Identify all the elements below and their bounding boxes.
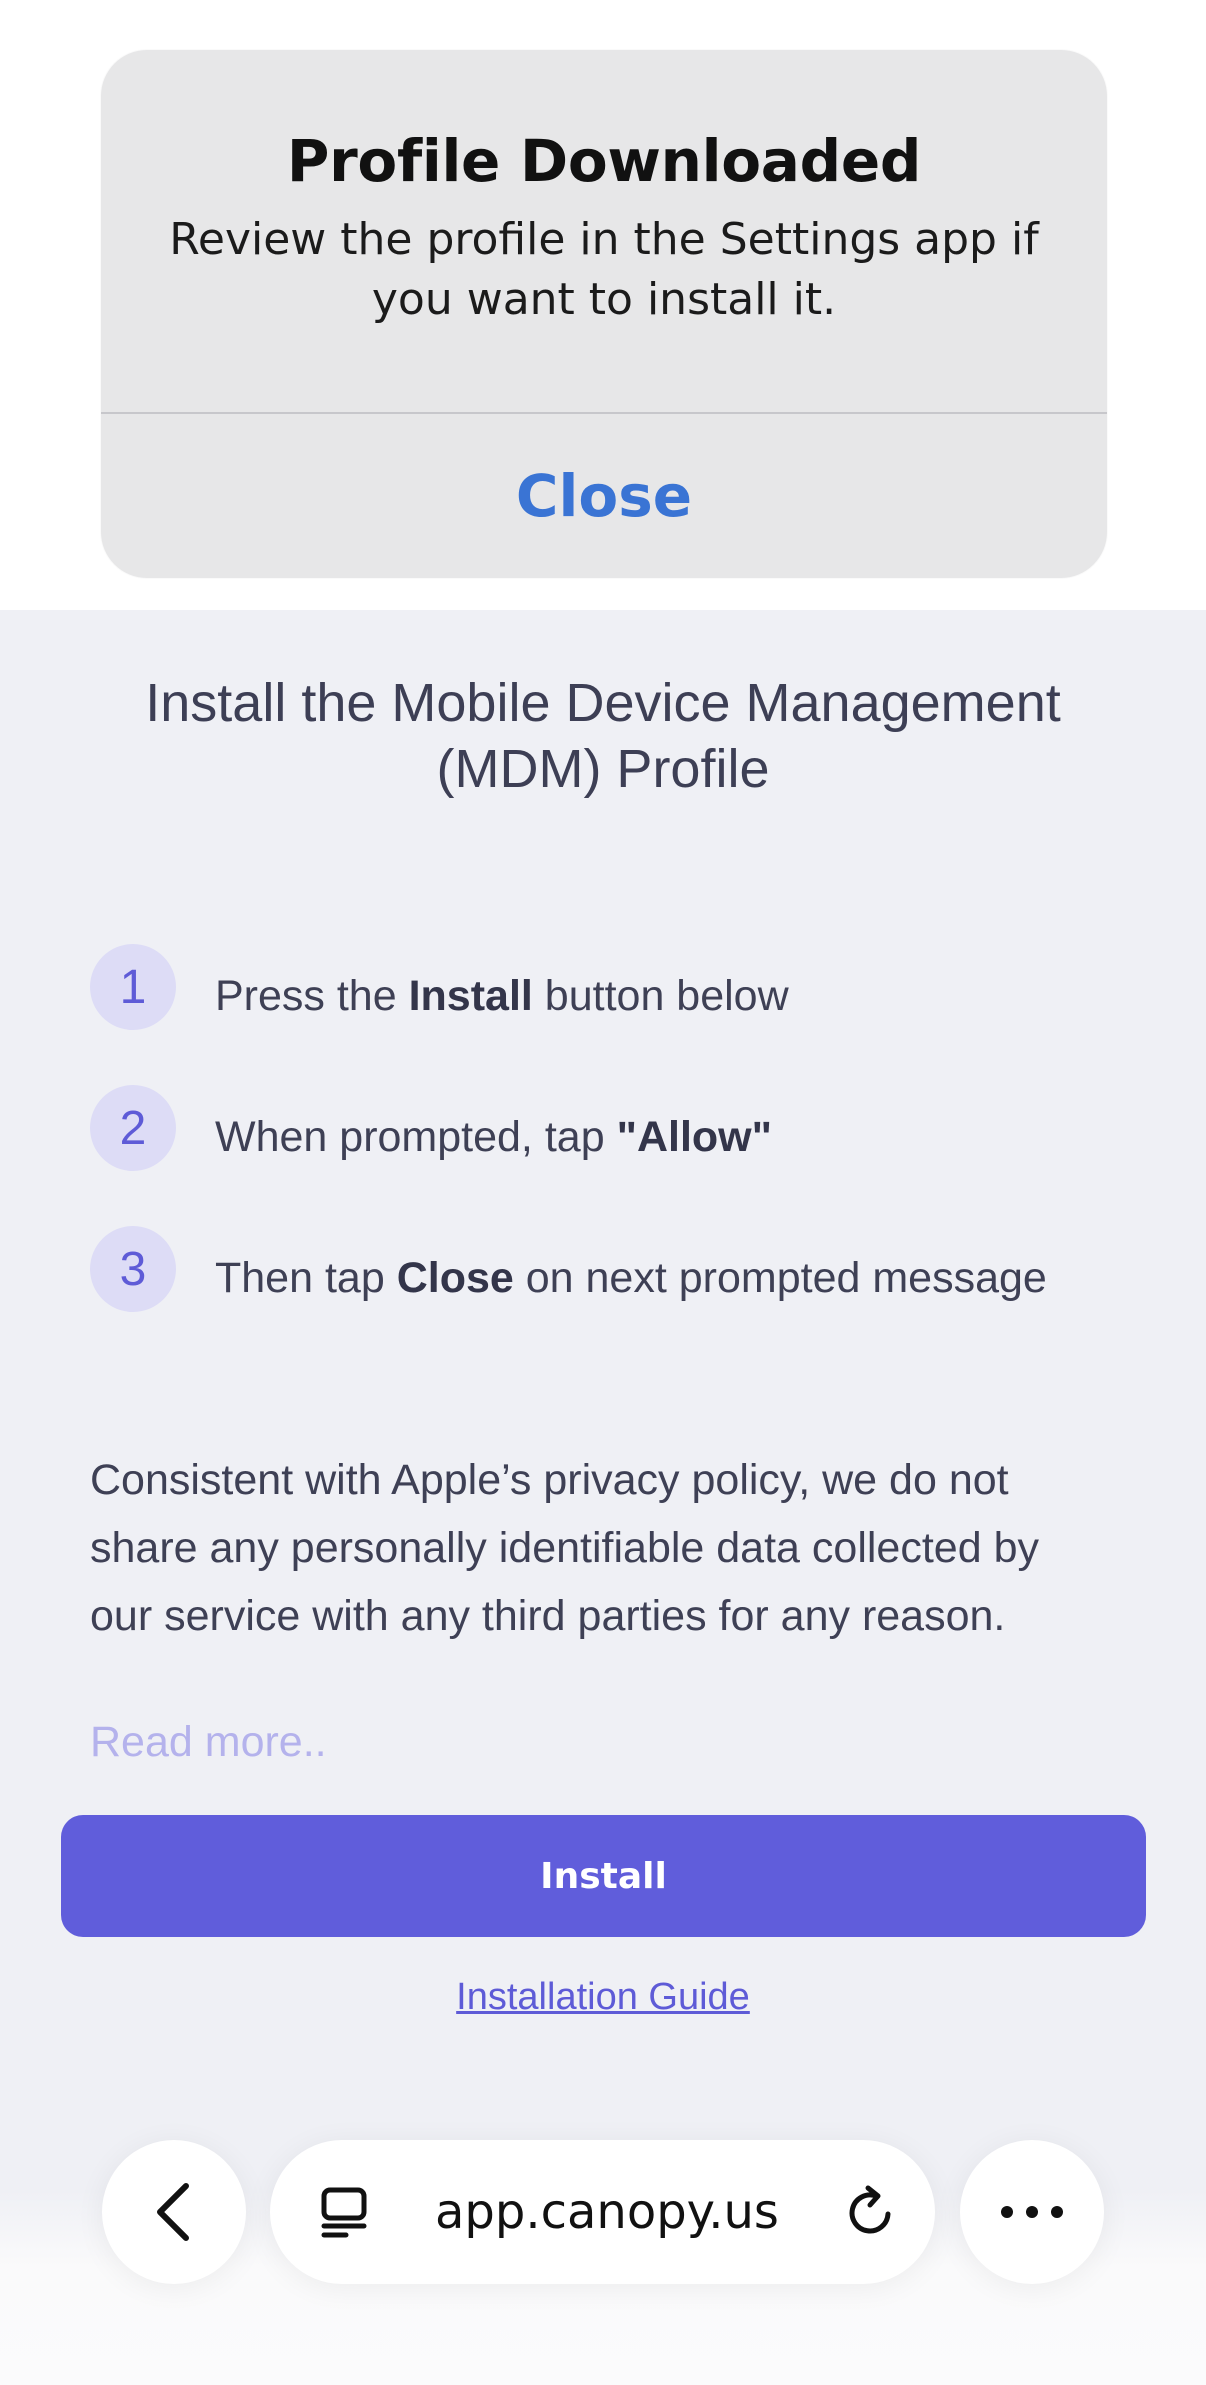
read-more-link[interactable]: Read more.. [90,1718,327,1767]
step-text-bold: "Allow" [616,1113,772,1161]
url-text[interactable]: app.canopy.us [435,2140,779,2284]
more-icon [1001,2206,1063,2218]
address-bar: app.canopy.us [270,2140,935,2284]
step-text-pre: When prompted, tap [215,1113,617,1161]
install-button[interactable]: Install [61,1815,1146,1937]
step-text: When prompted, tap "Allow" [215,1103,1075,1171]
step-text-bold: Install [408,972,533,1020]
step-text-post: button below [532,972,789,1020]
step-text: Then tap Close on next prompted message [215,1244,1075,1312]
screen: Profile Downloaded Review the profile in… [0,0,1206,2385]
step-text-pre: Press the [215,972,409,1020]
back-button[interactable] [102,2140,246,2284]
tabs-icon[interactable] [316,2184,372,2240]
alert-title: Profile Downloaded [286,127,922,195]
step-text-bold: Close [396,1254,514,1302]
reload-icon[interactable] [840,2182,900,2242]
more-button[interactable] [960,2140,1104,2284]
step-text-post: on next prompted message [513,1254,1047,1302]
alert-close-button[interactable]: Close [101,414,1107,578]
privacy-text: Consistent with Apple’s privacy policy, … [90,1456,1039,1640]
alert-message: Review the profile in the Settings app i… [169,214,1039,325]
installation-guide-link[interactable]: Installation Guide [0,1976,1206,2019]
step-number-badge: 1 [90,944,176,1030]
step-number-badge: 3 [90,1226,176,1312]
chevron-left-icon [157,2183,189,2241]
step-text-pre: Then tap [215,1254,397,1302]
page-title: Install the Mobile Device Management (MD… [145,673,1061,799]
step-number-badge: 2 [90,1085,176,1171]
step-text: Press the Install button below [215,962,1075,1030]
profile-downloaded-alert: Profile Downloaded Review the profile in… [101,50,1107,578]
